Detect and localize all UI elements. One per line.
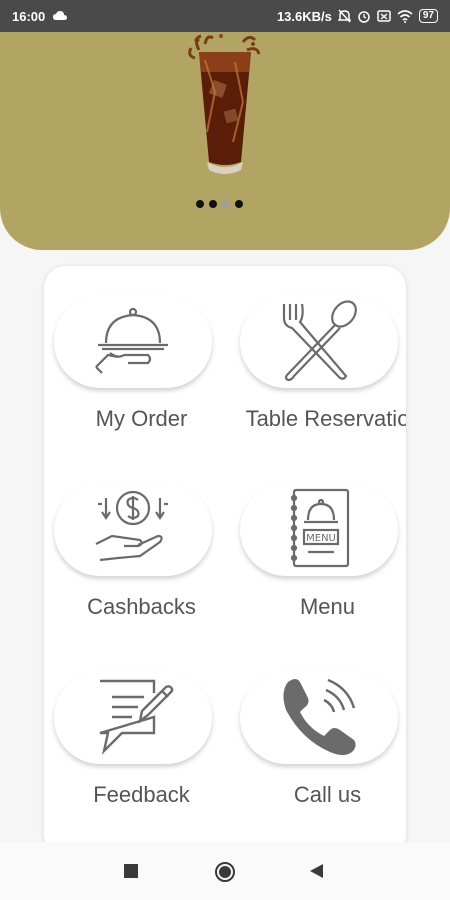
- table-reservation-label: Table Reservatio: [245, 406, 406, 431]
- cashbacks-button[interactable]: [54, 484, 212, 576]
- battery-indicator: 97: [418, 9, 438, 23]
- cloud-icon: [53, 10, 68, 22]
- system-nav-bar: [0, 842, 450, 900]
- status-bar: 16:00 13.6KB/s 97: [0, 0, 450, 32]
- alarm-icon: [357, 9, 371, 23]
- my-order-button[interactable]: [54, 296, 212, 388]
- call-us-button[interactable]: [240, 672, 398, 764]
- menu-label: Menu: [299, 594, 356, 619]
- feedback-tile[interactable]: Feedback: [54, 672, 214, 822]
- table-reservation-button[interactable]: [240, 296, 398, 388]
- wifi-icon: [397, 9, 413, 23]
- menu-card: My Order Table Reservatio Cashbacks MENU…: [44, 266, 406, 856]
- carousel-dot[interactable]: [209, 200, 217, 208]
- svg-text:MENU: MENU: [306, 533, 336, 544]
- table-reservation-tile[interactable]: Table Reservatio: [240, 296, 406, 446]
- network-speed: 13.6KB/s: [276, 8, 332, 24]
- feedback-label: Feedback: [93, 782, 190, 807]
- back-icon[interactable]: [310, 864, 324, 883]
- cashbacks-tile[interactable]: Cashbacks: [54, 484, 214, 634]
- carousel-dot[interactable]: [222, 200, 230, 208]
- food-tray-icon: [88, 305, 178, 380]
- my-order-label: My Order: [95, 406, 188, 431]
- cola-glass-image: [185, 32, 265, 182]
- menu-book-icon: MENU: [284, 486, 354, 575]
- carousel-dot[interactable]: [235, 200, 243, 208]
- bell-off-icon: [337, 9, 351, 23]
- fork-spoon-icon: [274, 298, 364, 387]
- recents-icon[interactable]: [124, 864, 138, 883]
- call-us-label: Call us: [293, 782, 362, 807]
- cashbacks-label: Cashbacks: [87, 594, 196, 619]
- sim-icon: [377, 10, 391, 22]
- carousel-indicator: [196, 200, 243, 208]
- phone-icon: [274, 674, 364, 763]
- call-us-tile[interactable]: Call us: [240, 672, 400, 822]
- my-order-tile[interactable]: My Order: [54, 296, 214, 446]
- carousel-dot[interactable]: [196, 200, 204, 208]
- status-time: 16:00: [12, 8, 46, 24]
- menu-button[interactable]: MENU: [240, 484, 398, 576]
- feedback-icon: [88, 675, 178, 762]
- menu-tile[interactable]: MENU Menu: [240, 484, 400, 634]
- home-icon[interactable]: [214, 861, 236, 888]
- promo-banner[interactable]: [0, 32, 450, 250]
- feedback-button[interactable]: [54, 672, 212, 764]
- cashback-hand-icon: [88, 490, 178, 571]
